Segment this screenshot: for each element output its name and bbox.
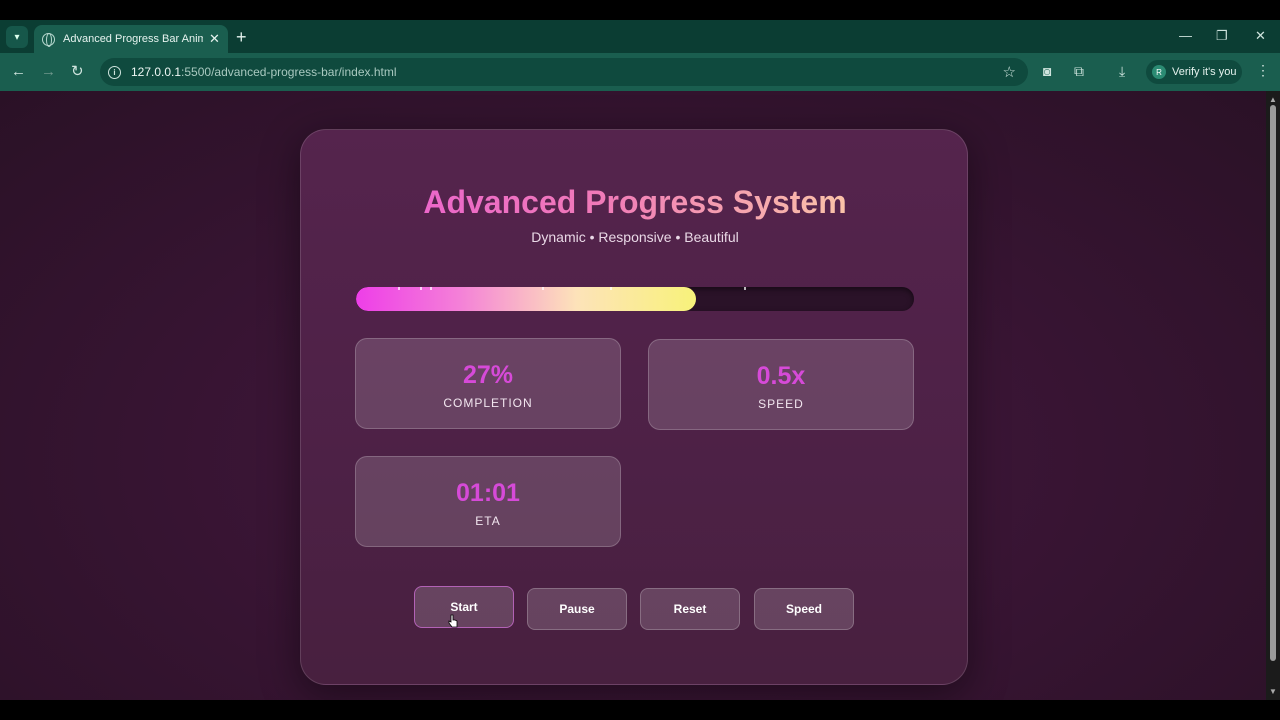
start-button[interactable]: Start — [414, 586, 514, 628]
pause-button[interactable]: Pause — [527, 588, 627, 630]
tab-strip: ▾ Advanced Progress Bar Animati ✕ + — ❐ … — [0, 20, 1280, 53]
back-icon[interactable]: ← — [11, 63, 26, 81]
speed-value: 0.5x — [756, 362, 806, 390]
tab-close-icon[interactable]: ✕ — [209, 31, 220, 47]
eta-label: ETA — [475, 514, 501, 528]
window-close-button[interactable]: ✕ — [1255, 28, 1266, 44]
sparkle — [610, 287, 612, 290]
speed-stat: 0.5x SPEED — [648, 339, 914, 430]
star-icon[interactable]: ☆ — [1003, 63, 1016, 81]
new-tab-button[interactable]: + — [236, 28, 247, 46]
browser-toolbar: ← → ↻ i 127.0.0.1:5500/advanced-progress… — [0, 53, 1280, 91]
tab-search-icon[interactable]: ▾ — [6, 26, 28, 48]
sparkle — [420, 287, 422, 290]
letterbox-bottom — [0, 700, 1280, 720]
completion-stat: 27% COMPLETION — [355, 338, 621, 429]
completion-value: 27% — [462, 361, 514, 389]
page-scrollbar[interactable]: ▲ ▼ — [1266, 91, 1280, 700]
profile-label: Verify it's you — [1172, 66, 1237, 78]
sparkle — [398, 287, 400, 290]
restore-button[interactable]: ❐ — [1216, 28, 1228, 44]
sparkle — [430, 287, 432, 290]
camera-icon[interactable]: ◙ — [1043, 63, 1051, 79]
progress-track — [356, 287, 914, 311]
avatar: R — [1152, 65, 1166, 79]
profile-chip[interactable]: R Verify it's you — [1146, 60, 1242, 84]
scroll-up-icon[interactable]: ▲ — [1269, 95, 1277, 104]
letterbox-top — [0, 0, 1280, 20]
address-bar[interactable]: i 127.0.0.1:5500/advanced-progress-bar/i… — [100, 58, 1028, 86]
page-title: Advanced Progress System — [301, 184, 969, 221]
url-host: 127.0.0.1 — [131, 65, 182, 79]
page-viewport: Advanced Progress System Dynamic • Respo… — [0, 91, 1266, 700]
completion-label: COMPLETION — [443, 396, 533, 410]
progress-fill — [356, 287, 697, 311]
globe-icon — [42, 32, 55, 47]
menu-icon[interactable]: ⋮ — [1256, 62, 1270, 79]
info-icon[interactable]: i — [108, 65, 121, 79]
speed-button[interactable]: Speed — [754, 588, 854, 630]
eta-stat: 01:01 ETA — [355, 456, 621, 547]
forward-icon[interactable]: → — [41, 63, 56, 81]
sparkle — [744, 287, 746, 290]
extensions-icon[interactable]: ⧉ — [1074, 63, 1084, 80]
minimize-button[interactable]: — — [1179, 28, 1192, 43]
eta-value: 01:01 — [456, 479, 520, 507]
browser-tab[interactable]: Advanced Progress Bar Animati ✕ — [34, 25, 228, 53]
tab-title: Advanced Progress Bar Animati — [63, 33, 203, 45]
reload-icon[interactable]: ↻ — [71, 63, 84, 81]
page-subtitle: Dynamic • Responsive • Beautiful — [531, 229, 739, 245]
hand-cursor-icon — [448, 614, 458, 628]
url-path: :5500/advanced-progress-bar/index.html — [181, 65, 397, 79]
scroll-down-icon[interactable]: ▼ — [1269, 687, 1277, 696]
reset-button[interactable]: Reset — [640, 588, 740, 630]
speed-label: SPEED — [758, 397, 804, 411]
download-icon[interactable]: ⤓ — [1119, 63, 1125, 80]
sparkle — [542, 287, 544, 290]
progress-card: Advanced Progress System Dynamic • Respo… — [300, 129, 968, 685]
scroll-thumb[interactable] — [1270, 105, 1276, 661]
